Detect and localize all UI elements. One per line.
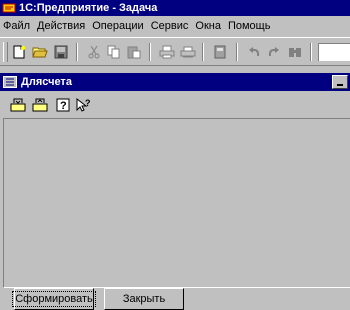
open-icon[interactable] xyxy=(10,97,26,113)
close-button-label: Закрыть xyxy=(122,293,166,305)
calculator-icon[interactable] xyxy=(211,43,229,61)
menu-service[interactable]: Сервис xyxy=(147,20,192,32)
menu-windows[interactable]: Окна xyxy=(191,20,224,32)
main-toolbar xyxy=(0,37,350,66)
toolbar-separator xyxy=(76,43,78,61)
help-icon[interactable]: ? xyxy=(55,97,71,113)
menu-file[interactable]: Файл xyxy=(0,20,33,32)
paste-icon[interactable] xyxy=(125,43,143,61)
context-help-icon[interactable]: ? xyxy=(76,97,92,113)
toolbar-separator xyxy=(236,43,238,61)
menu-help[interactable]: Помощь xyxy=(224,20,274,32)
svg-text:?: ? xyxy=(60,100,67,112)
document-window-icon[interactable] xyxy=(3,76,17,88)
open-folder-icon[interactable] xyxy=(31,43,49,61)
app-title-bar: 1С:Предприятие - Задача xyxy=(0,0,350,16)
new-document-icon[interactable] xyxy=(10,43,28,61)
cut-icon[interactable] xyxy=(85,43,103,61)
app-title: 1С:Предприятие - Задача xyxy=(19,2,158,14)
document-toolbar: ? ? xyxy=(0,93,350,117)
toolbar-separator xyxy=(310,43,312,61)
form-button-label: Сформировать xyxy=(12,291,96,307)
print-icon[interactable] xyxy=(158,43,176,61)
document-title-bar: Длясчета xyxy=(0,73,350,91)
save-icon[interactable] xyxy=(52,43,70,61)
svg-text:?: ? xyxy=(85,98,91,108)
app-logo-icon xyxy=(2,2,16,14)
toolbar-combo-field[interactable] xyxy=(318,43,350,61)
save-as-icon[interactable] xyxy=(32,97,48,113)
toolbar-separator xyxy=(149,43,151,61)
print-preview-icon[interactable] xyxy=(179,43,197,61)
content-panel xyxy=(3,118,350,288)
menu-bar: Файл Действия Операции Сервис Окна Помощ… xyxy=(0,16,350,36)
minimize-button[interactable] xyxy=(332,75,348,89)
toolbar-separator xyxy=(202,43,204,61)
find-icon[interactable] xyxy=(286,43,304,61)
menu-operations[interactable]: Операции xyxy=(88,20,146,32)
document-title: Длясчета xyxy=(21,76,72,88)
menu-actions[interactable]: Действия xyxy=(33,20,88,32)
toolbar-grip[interactable] xyxy=(3,42,8,62)
undo-icon[interactable] xyxy=(245,43,263,61)
copy-icon[interactable] xyxy=(105,43,123,61)
redo-icon[interactable] xyxy=(265,43,283,61)
